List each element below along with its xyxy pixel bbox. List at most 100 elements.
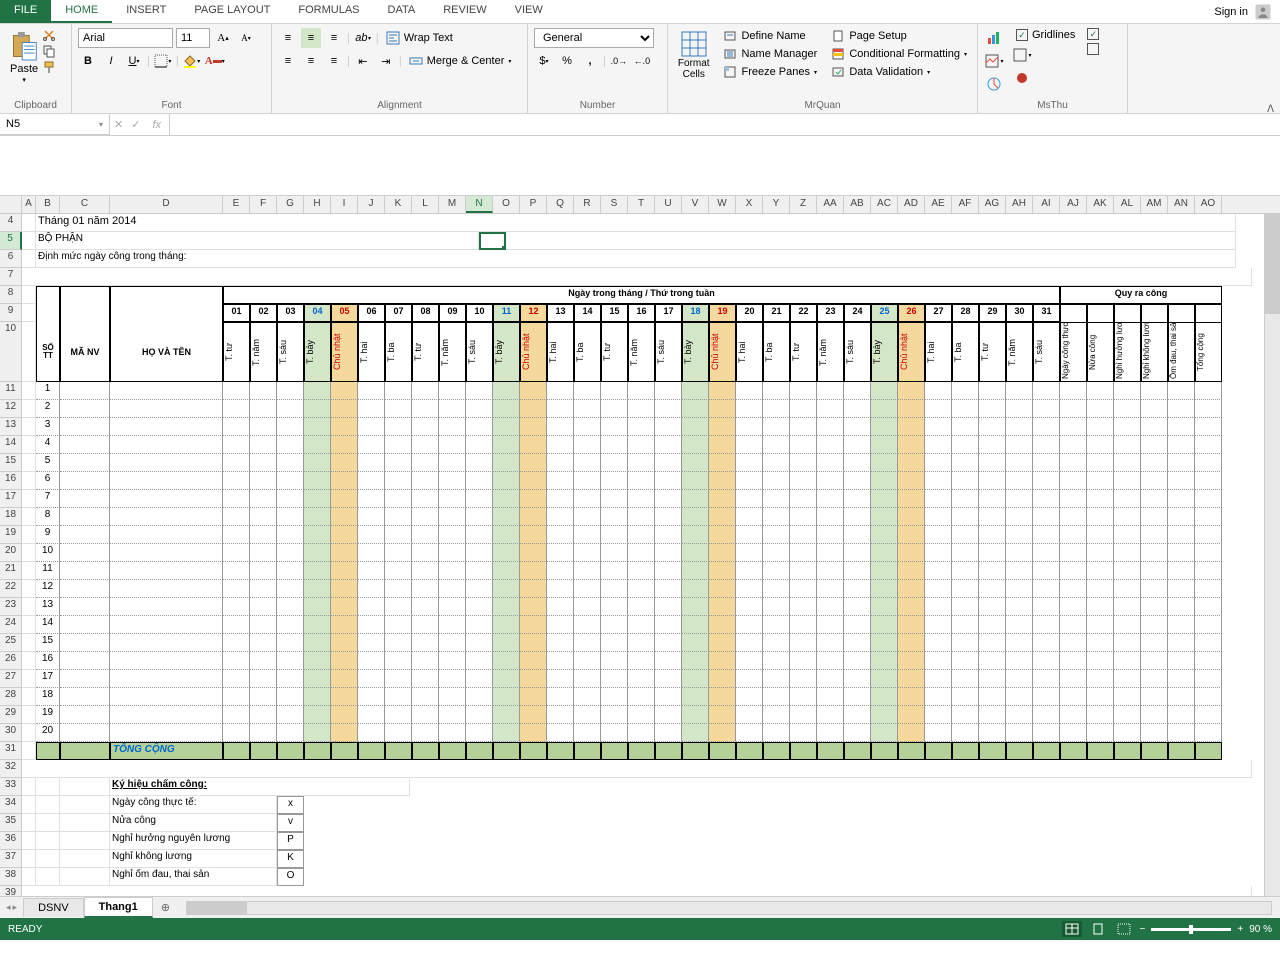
cell[interactable] — [952, 742, 979, 760]
cell[interactable] — [1141, 526, 1168, 544]
cell[interactable] — [439, 436, 466, 454]
cell[interactable] — [250, 688, 277, 706]
cell[interactable]: O — [277, 868, 304, 886]
cell[interactable]: Ngày công thực tế — [1060, 322, 1087, 382]
cell[interactable] — [871, 490, 898, 508]
cell[interactable] — [223, 670, 250, 688]
cell[interactable] — [763, 436, 790, 454]
cell[interactable] — [1168, 562, 1195, 580]
cell[interactable] — [250, 670, 277, 688]
cell[interactable] — [979, 436, 1006, 454]
cell[interactable] — [1168, 670, 1195, 688]
cell[interactable] — [60, 598, 110, 616]
cell[interactable] — [1060, 436, 1087, 454]
cell[interactable] — [36, 796, 60, 814]
cell[interactable] — [358, 706, 385, 724]
cell[interactable] — [385, 454, 412, 472]
cell[interactable] — [22, 304, 36, 322]
cell[interactable]: Quy ra công — [1060, 286, 1222, 304]
cell[interactable] — [331, 706, 358, 724]
cell[interactable] — [493, 706, 520, 724]
cell[interactable]: 16 — [36, 652, 60, 670]
cell[interactable] — [763, 526, 790, 544]
col-header-AC[interactable]: AC — [871, 196, 898, 213]
cell[interactable] — [574, 490, 601, 508]
cell[interactable]: 23 — [817, 304, 844, 322]
cell[interactable] — [304, 706, 331, 724]
col-header-AA[interactable]: AA — [817, 196, 844, 213]
row-header-34[interactable]: 34 — [0, 796, 22, 814]
cell[interactable]: T. ba — [574, 322, 601, 382]
cell[interactable] — [682, 436, 709, 454]
cell[interactable] — [358, 652, 385, 670]
cell[interactable] — [60, 634, 110, 652]
cell[interactable] — [844, 598, 871, 616]
cell[interactable] — [1114, 616, 1141, 634]
cell[interactable] — [601, 634, 628, 652]
cell[interactable] — [952, 562, 979, 580]
cell[interactable] — [1141, 418, 1168, 436]
row-header-29[interactable]: 29 — [0, 706, 22, 724]
row-header-38[interactable]: 38 — [0, 868, 22, 886]
row-header-8[interactable]: 8 — [0, 286, 22, 304]
increase-font-icon[interactable]: A▴ — [213, 28, 233, 48]
cell[interactable] — [36, 832, 60, 850]
cell[interactable] — [22, 322, 36, 382]
cell[interactable] — [871, 688, 898, 706]
cell[interactable] — [898, 400, 925, 418]
cell[interactable]: T. sáu — [466, 322, 493, 382]
cell[interactable] — [439, 472, 466, 490]
cell[interactable] — [22, 760, 1252, 778]
cell[interactable] — [250, 544, 277, 562]
row-header-22[interactable]: 22 — [0, 580, 22, 598]
col-header-F[interactable]: F — [250, 196, 277, 213]
cell[interactable] — [439, 706, 466, 724]
cell[interactable] — [1087, 382, 1114, 400]
cell[interactable] — [1006, 724, 1033, 742]
increase-indent-icon[interactable]: ⇥ — [376, 51, 396, 71]
cell[interactable] — [790, 526, 817, 544]
cancel-formula-icon[interactable]: ✕ — [114, 118, 123, 131]
cell[interactable] — [736, 598, 763, 616]
cell[interactable] — [871, 436, 898, 454]
cell[interactable] — [36, 778, 60, 796]
cell[interactable] — [1006, 382, 1033, 400]
cell[interactable] — [412, 436, 439, 454]
chart-icon2[interactable]: ▾ — [984, 51, 1004, 71]
cell[interactable] — [736, 670, 763, 688]
cell[interactable] — [1168, 634, 1195, 652]
cell[interactable] — [22, 742, 36, 760]
cell[interactable]: 03 — [277, 304, 304, 322]
cell[interactable] — [250, 652, 277, 670]
cell[interactable] — [60, 436, 110, 454]
comma-icon[interactable]: , — [580, 51, 600, 71]
percent-icon[interactable]: % — [557, 51, 577, 71]
cell[interactable] — [844, 706, 871, 724]
cell[interactable] — [1114, 526, 1141, 544]
collapse-ribbon-icon[interactable]: ᐱ — [1267, 104, 1274, 115]
cell[interactable] — [1087, 652, 1114, 670]
cell[interactable] — [439, 634, 466, 652]
cell[interactable] — [466, 400, 493, 418]
cell[interactable] — [110, 454, 223, 472]
row-header-7[interactable]: 7 — [0, 268, 22, 286]
cell[interactable]: 06 — [358, 304, 385, 322]
cell[interactable] — [1168, 490, 1195, 508]
cell[interactable] — [60, 796, 110, 814]
col-header-AM[interactable]: AM — [1141, 196, 1168, 213]
cell[interactable] — [736, 508, 763, 526]
cell[interactable] — [110, 304, 223, 322]
cell[interactable] — [709, 634, 736, 652]
cell[interactable] — [547, 598, 574, 616]
cell[interactable] — [952, 490, 979, 508]
misc-icon[interactable]: ▾ — [1012, 45, 1032, 65]
accept-formula-icon[interactable]: ✓ — [131, 118, 140, 131]
row-header-30[interactable]: 30 — [0, 724, 22, 742]
define-name-button[interactable]: Define Name — [719, 28, 821, 44]
cell[interactable] — [439, 724, 466, 742]
cell[interactable] — [709, 670, 736, 688]
cell[interactable] — [22, 232, 36, 250]
cell[interactable] — [817, 400, 844, 418]
cell[interactable] — [385, 400, 412, 418]
cell[interactable] — [520, 526, 547, 544]
